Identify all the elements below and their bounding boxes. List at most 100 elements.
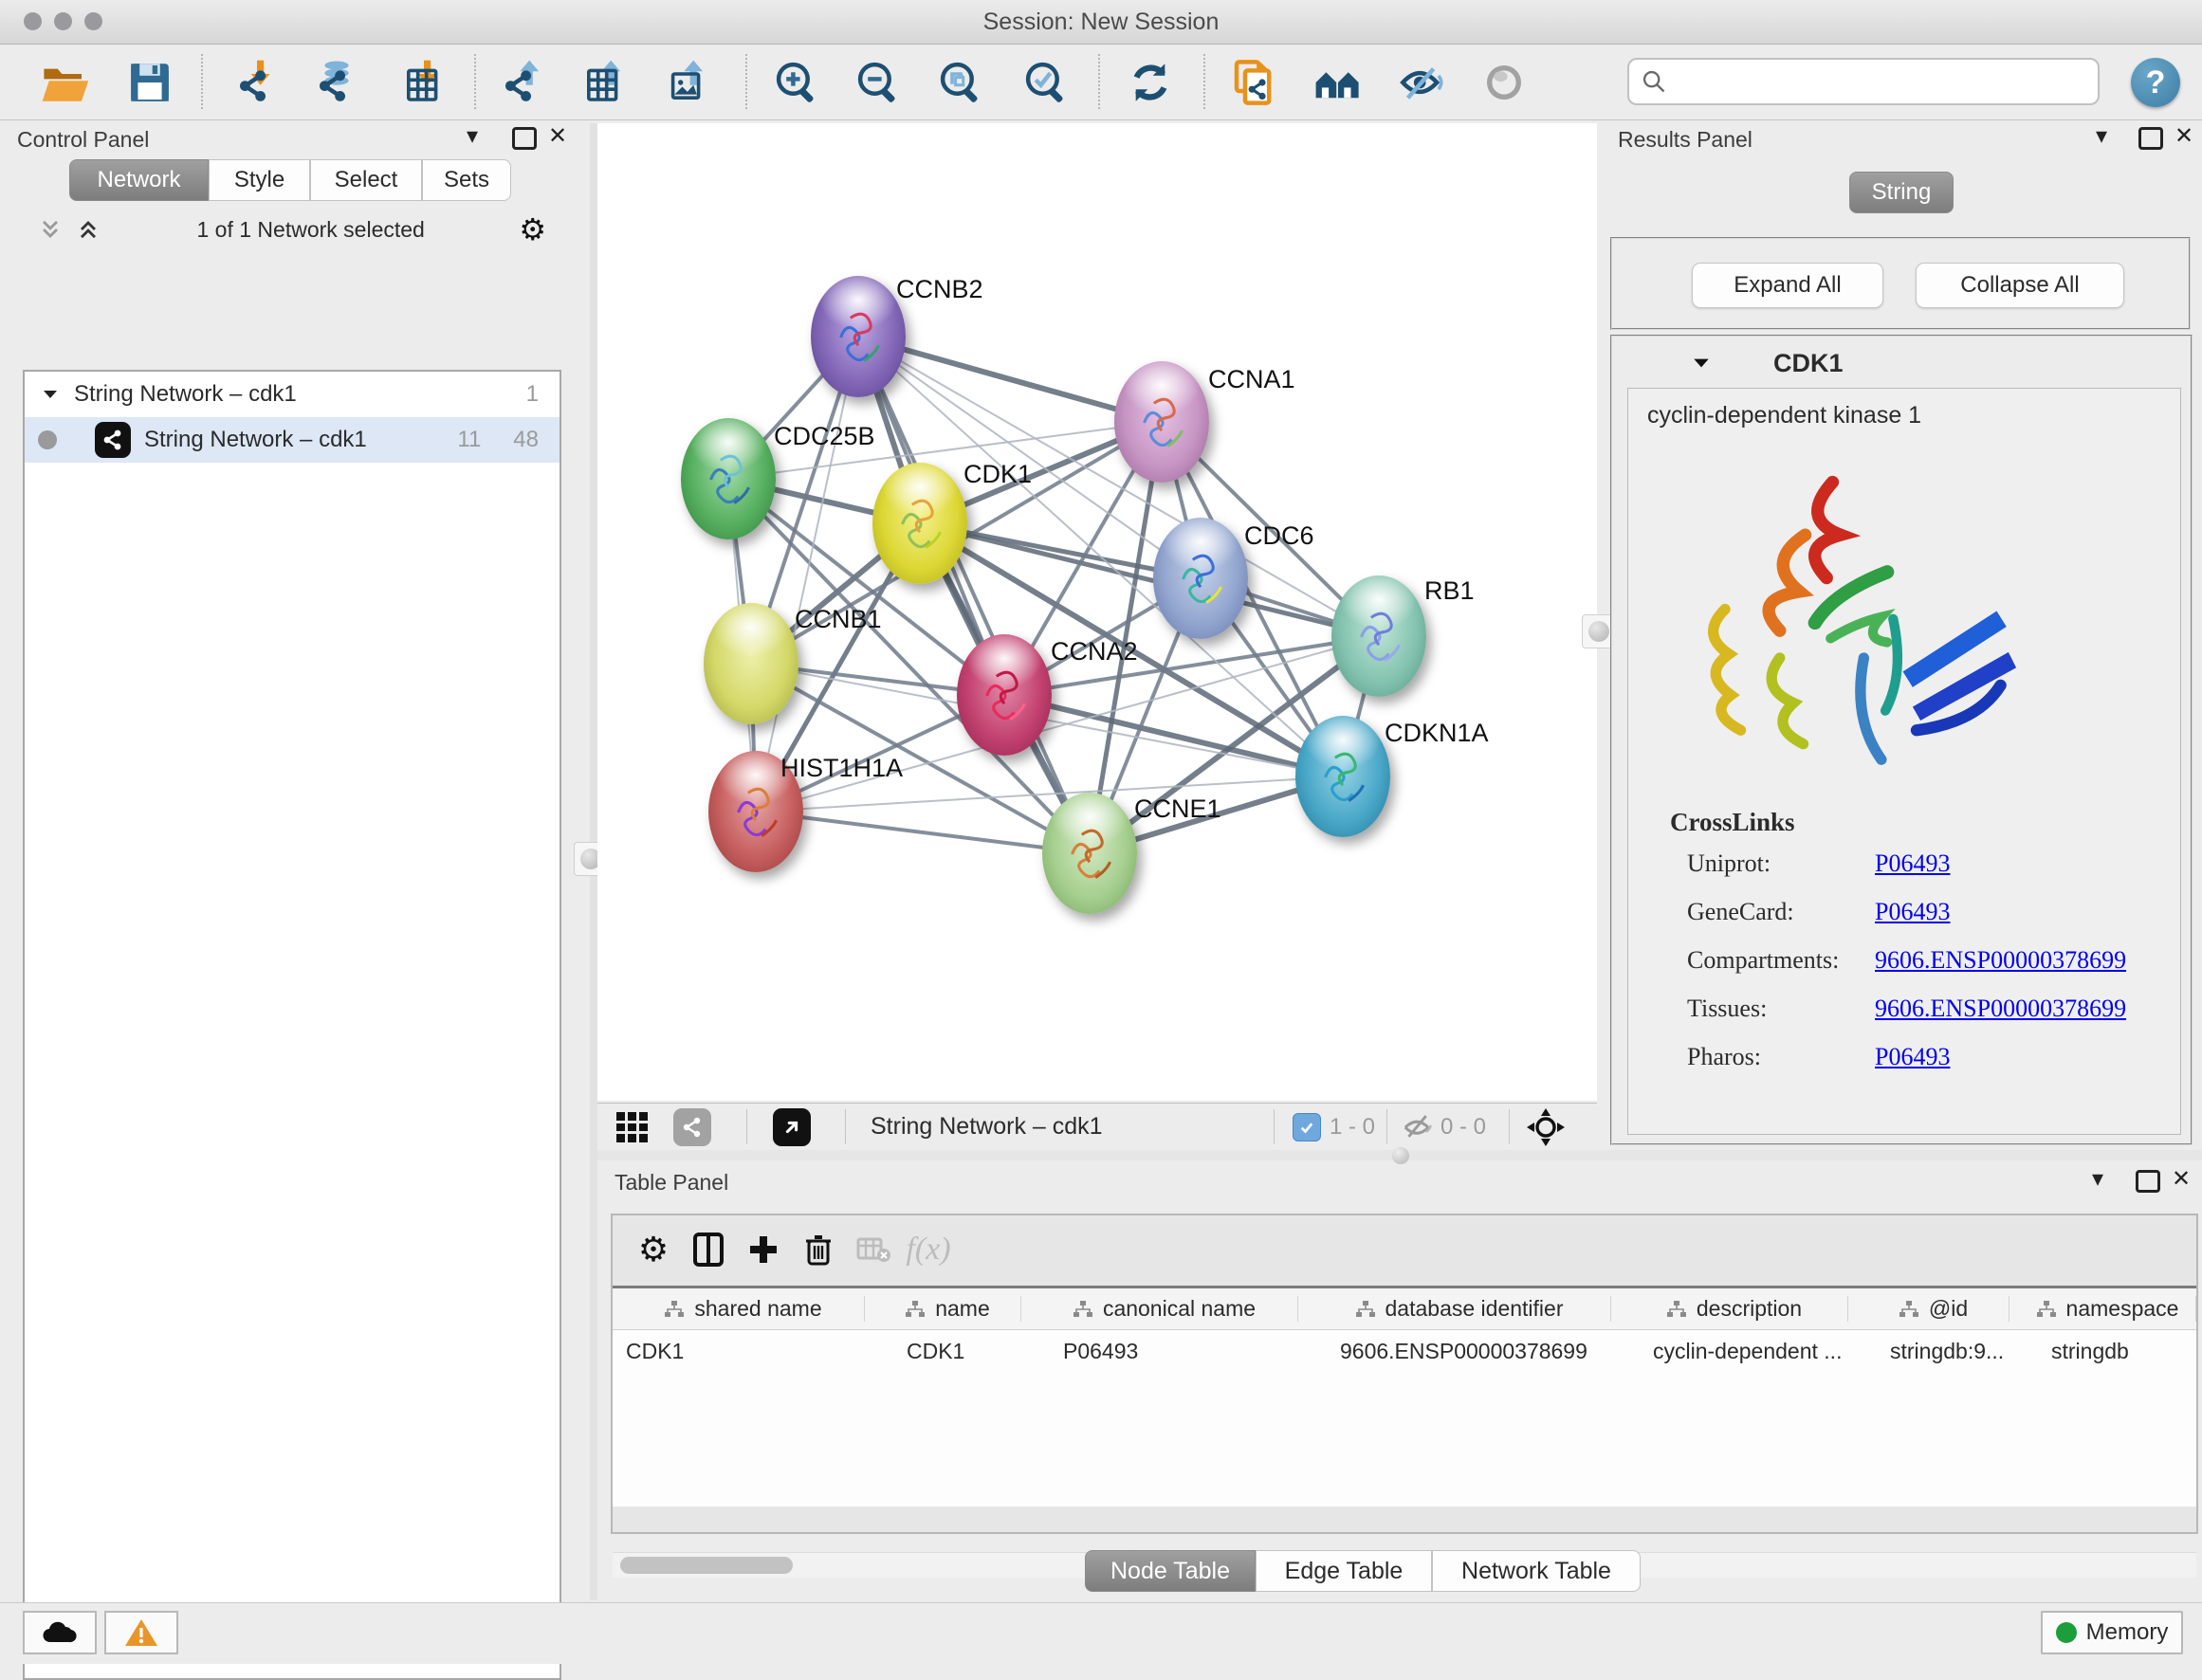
network-row-selected[interactable]: String Network – cdk1 11 48 <box>25 417 560 463</box>
zoom-out-icon[interactable] <box>853 57 904 108</box>
node-label-RB1: RB1 <box>1424 576 1475 606</box>
tab-node-table[interactable]: Node Table <box>1085 1550 1256 1592</box>
crosslink-value-link[interactable]: P06493 <box>1875 1043 1950 1071</box>
node-CDKN1A[interactable] <box>1295 716 1390 837</box>
export-network-icon[interactable] <box>497 57 548 108</box>
memory-label: Memory <box>2086 1619 2169 1646</box>
results-panel-collapse-icon[interactable]: ▾ <box>2096 125 2107 148</box>
network-canvas[interactable]: CCNB2CCNA1CDC25BCDK1CDC6RB1CCNB1CCNA2HIS… <box>597 123 1597 1101</box>
import-table-file-icon[interactable] <box>398 57 450 108</box>
protein-structure-image <box>1681 465 2023 787</box>
column-header-namespace[interactable]: namespace <box>2009 1296 2196 1322</box>
node-RB1[interactable] <box>1331 575 1426 697</box>
highlight-orb-icon[interactable] <box>1478 57 1530 108</box>
birdseye-toggle-icon[interactable] <box>773 1108 811 1146</box>
node-CCNA1[interactable] <box>1114 361 1209 483</box>
network-edge-count: 48 <box>513 427 539 453</box>
show-columns-icon[interactable] <box>681 1225 736 1274</box>
protein-section-header[interactable]: CDK1 <box>1616 340 2187 386</box>
crosslink-value-link[interactable]: P06493 <box>1875 898 1950 926</box>
table-settings-gear-icon[interactable]: ⚙ <box>626 1225 681 1274</box>
node-label-CDC6: CDC6 <box>1244 521 1314 551</box>
column-header-name[interactable]: name <box>865 1296 1021 1322</box>
tab-network[interactable]: Network <box>69 159 209 201</box>
crosslink-label: Tissues: <box>1687 995 1875 1023</box>
clone-network-icon[interactable] <box>1228 57 1279 108</box>
search-icon <box>1641 68 1667 95</box>
node-CDC6[interactable] <box>1153 518 1248 639</box>
control-panel-collapse-icon[interactable]: ▾ <box>467 125 478 148</box>
table-row[interactable]: CDK1CDK1P064939606.ENSP00000378699cyclin… <box>613 1330 2196 1372</box>
network-view-toolbar: String Network – cdk1 1 - 0 0 - 0 <box>597 1103 1597 1151</box>
warning-icon <box>124 1617 158 1648</box>
zoom-selected-icon[interactable] <box>1020 57 1072 108</box>
expand-all-chevrons-icon[interactable] <box>36 216 64 243</box>
crosslink-value-link[interactable]: 9606.ENSP00000378699 <box>1875 946 2126 975</box>
string-share-icon[interactable] <box>673 1108 711 1146</box>
open-session-icon[interactable] <box>39 57 90 108</box>
crosshair-icon[interactable] <box>1525 1106 1567 1153</box>
table-panel-close-icon[interactable]: ✕ <box>2172 1168 2191 1191</box>
import-network-database-icon[interactable] <box>311 57 362 108</box>
delete-column-trash-icon[interactable] <box>791 1225 846 1274</box>
control-panel-float-button[interactable] <box>512 127 537 150</box>
section-expander-icon[interactable] <box>1690 353 1713 374</box>
results-panel-close-icon[interactable]: ✕ <box>2174 125 2193 148</box>
column-header-description[interactable]: description <box>1611 1296 1848 1322</box>
table-panel-collapse-icon[interactable]: ▾ <box>2092 1168 2103 1191</box>
tab-edge-table[interactable]: Edge Table <box>1256 1550 1432 1592</box>
table-panel-float-button[interactable] <box>2136 1170 2160 1193</box>
tab-sets[interactable]: Sets <box>422 159 511 201</box>
tab-select[interactable]: Select <box>310 159 422 201</box>
table-header-row[interactable]: shared namenamecanonical namedatabase id… <box>613 1288 2196 1330</box>
control-panel-close-icon[interactable]: ✕ <box>548 125 567 148</box>
selected-checkbox-icon[interactable] <box>1293 1113 1321 1141</box>
expand-all-button[interactable]: Expand All <box>1692 263 1883 308</box>
graphics-details-eye-icon[interactable] <box>1396 57 1447 108</box>
node-CCNB2[interactable] <box>811 276 906 397</box>
node-label-HIST1H1A: HIST1H1A <box>780 754 903 783</box>
crosslink-value-link[interactable]: P06493 <box>1875 849 1950 878</box>
tree-expander-icon[interactable] <box>40 385 61 404</box>
column-header--id[interactable]: @id <box>1848 1296 2009 1322</box>
export-image-icon[interactable] <box>661 57 712 108</box>
add-column-icon[interactable] <box>736 1225 791 1274</box>
node-CCNE1[interactable] <box>1042 793 1137 914</box>
column-header-canonical-name[interactable]: canonical name <box>1021 1296 1298 1322</box>
help-button[interactable]: ? <box>2131 58 2180 107</box>
crosslink-value-link[interactable]: 9606.ENSP00000378699 <box>1875 995 2126 1023</box>
save-session-icon[interactable] <box>124 57 175 108</box>
tab-style[interactable]: Style <box>209 159 310 201</box>
search-box[interactable] <box>1627 58 2100 105</box>
results-panel-float-button[interactable] <box>2138 127 2163 150</box>
node-CCNA2[interactable] <box>957 634 1052 756</box>
node-CCNB1[interactable] <box>704 603 798 724</box>
memory-status-dot <box>2056 1622 2077 1643</box>
node-CDK1[interactable] <box>872 463 967 584</box>
network-collection-row[interactable]: String Network – cdk1 1 <box>25 372 560 417</box>
hidden-eye-icon[interactable] <box>1401 1111 1433 1146</box>
column-header-database-identifier[interactable]: database identifier <box>1298 1296 1611 1322</box>
refresh-view-icon[interactable] <box>1125 57 1176 108</box>
edge-CCNE1-HIST1H1A[interactable] <box>756 812 1090 853</box>
warnings-button[interactable] <box>104 1611 178 1654</box>
node-CDC25B[interactable] <box>681 418 776 539</box>
export-table-icon[interactable] <box>578 57 630 108</box>
grid-mode-icon[interactable] <box>616 1112 647 1142</box>
control-panel: Control Panel ▾ ✕ NetworkStyleSelectSets… <box>0 119 590 1602</box>
collapse-all-button[interactable]: Collapse All <box>1916 263 2124 308</box>
search-input[interactable] <box>1667 68 2069 95</box>
tab-string[interactable]: String <box>1849 172 1954 213</box>
table-cell: P06493 <box>1021 1339 1298 1364</box>
zoom-in-icon[interactable] <box>771 57 822 108</box>
cloud-button[interactable] <box>23 1611 97 1654</box>
column-header-shared-name[interactable]: shared name <box>613 1296 865 1322</box>
edge-CCNB2-HIST1H1A[interactable] <box>756 337 858 812</box>
network-options-gear-icon[interactable]: ⚙ <box>519 211 546 247</box>
import-network-file-icon[interactable] <box>231 57 283 108</box>
birdseye-view-icon[interactable] <box>1312 57 1364 108</box>
fit-content-icon[interactable] <box>935 57 986 108</box>
tab-network-table[interactable]: Network Table <box>1432 1550 1641 1592</box>
collapse-all-chevrons-icon[interactable] <box>74 216 102 243</box>
memory-button[interactable]: Memory <box>2041 1611 2183 1654</box>
